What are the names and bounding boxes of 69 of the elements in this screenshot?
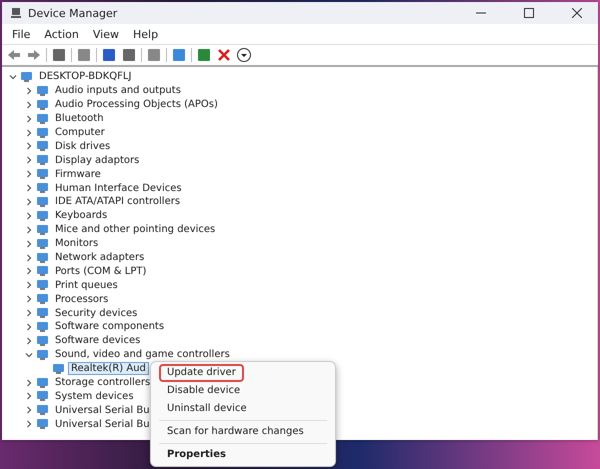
- tree-item[interactable]: Ports (COM & LPT): [52, 264, 150, 278]
- back-arrow-icon[interactable]: [6, 47, 22, 63]
- download-icon[interactable]: [236, 47, 252, 63]
- device-icon: [36, 154, 49, 166]
- tree-item[interactable]: System devices: [52, 390, 137, 403]
- app-icon: [10, 7, 22, 19]
- forward-arrow-icon[interactable]: [26, 47, 42, 63]
- close-icon: [572, 8, 582, 18]
- window-title: Device Manager: [28, 6, 118, 20]
- tree-item[interactable]: Realtek(R) Aud: [68, 362, 149, 376]
- device-icon: [36, 293, 49, 306]
- device-icon: [20, 70, 33, 83]
- menu-item[interactable]: File: [6, 26, 36, 42]
- device-icon: [52, 362, 65, 375]
- tree-item[interactable]: Storage controllers: [52, 376, 154, 390]
- device-icon: [36, 182, 49, 194]
- device-icon: [36, 196, 49, 208]
- tree-item[interactable]: Display adaptors: [52, 154, 142, 167]
- menu-item[interactable]: Help: [126, 26, 164, 42]
- tree-item[interactable]: Network adapters: [52, 251, 148, 264]
- device-icon: [36, 390, 49, 402]
- device-icon: [36, 265, 49, 278]
- maximize-icon: [524, 8, 534, 18]
- device-icon: [36, 320, 49, 333]
- menu-item[interactable]: Disable device: [159, 382, 248, 400]
- tree-item[interactable]: Keyboards: [52, 209, 110, 222]
- tree-item[interactable]: Audio Processing Objects (APOs): [52, 98, 221, 112]
- tree-item[interactable]: Human Interface Devices: [52, 182, 185, 195]
- device-icon: [36, 252, 49, 264]
- tree-item[interactable]: Monitors: [52, 237, 102, 250]
- tree-item[interactable]: Disk drives: [52, 140, 114, 153]
- device-icon: [36, 307, 49, 320]
- tree-item[interactable]: Bluetooth: [52, 112, 107, 126]
- device-icon: [36, 334, 49, 347]
- close-icon[interactable]: [216, 47, 232, 63]
- tree-item[interactable]: DESKTOP-BDKQFLJ: [36, 70, 134, 84]
- device-icon: [36, 418, 49, 430]
- device-icon: [36, 140, 49, 152]
- device-icon: [36, 348, 49, 361]
- tree-item[interactable]: Universal Serial Bu: [52, 404, 153, 417]
- device-icon: [36, 238, 49, 250]
- tree-item[interactable]: IDE ATA/ATAPI controllers: [52, 195, 184, 208]
- device-icon: [36, 279, 49, 292]
- menu-item[interactable]: Uninstall device: [159, 400, 255, 418]
- tree-item[interactable]: Print queues: [52, 278, 121, 292]
- menu-item[interactable]: Scan for hardware changes: [159, 423, 312, 441]
- device-icon: [36, 404, 49, 416]
- menu-item[interactable]: Update driver: [159, 364, 244, 382]
- device-icon: [36, 224, 49, 236]
- device-icon: [36, 112, 49, 125]
- tree-item[interactable]: Sound, video and game controllers: [52, 348, 233, 362]
- tree-item[interactable]: Audio inputs and outputs: [52, 84, 184, 98]
- tree-item[interactable]: Mice and other pointing devices: [52, 223, 218, 236]
- device-icon: [36, 84, 49, 97]
- menu-item[interactable]: Properties: [159, 446, 234, 464]
- device-icon: [36, 210, 49, 222]
- menu-item[interactable]: Action: [38, 26, 85, 42]
- tree-item[interactable]: Universal Serial Bu: [52, 418, 153, 431]
- tree-item[interactable]: Processors: [52, 292, 112, 306]
- tree-item[interactable]: Firmware: [52, 168, 104, 181]
- tree-item[interactable]: Software components: [52, 320, 168, 334]
- device-icon: [36, 168, 49, 180]
- tree-item[interactable]: Security devices: [52, 306, 140, 320]
- device-icon: [36, 376, 49, 389]
- tree-item[interactable]: Software devices: [52, 334, 144, 348]
- menu-item[interactable]: View: [86, 26, 125, 42]
- device-icon: [36, 126, 49, 138]
- tree-item[interactable]: Computer: [52, 126, 108, 139]
- device-icon: [36, 98, 49, 111]
